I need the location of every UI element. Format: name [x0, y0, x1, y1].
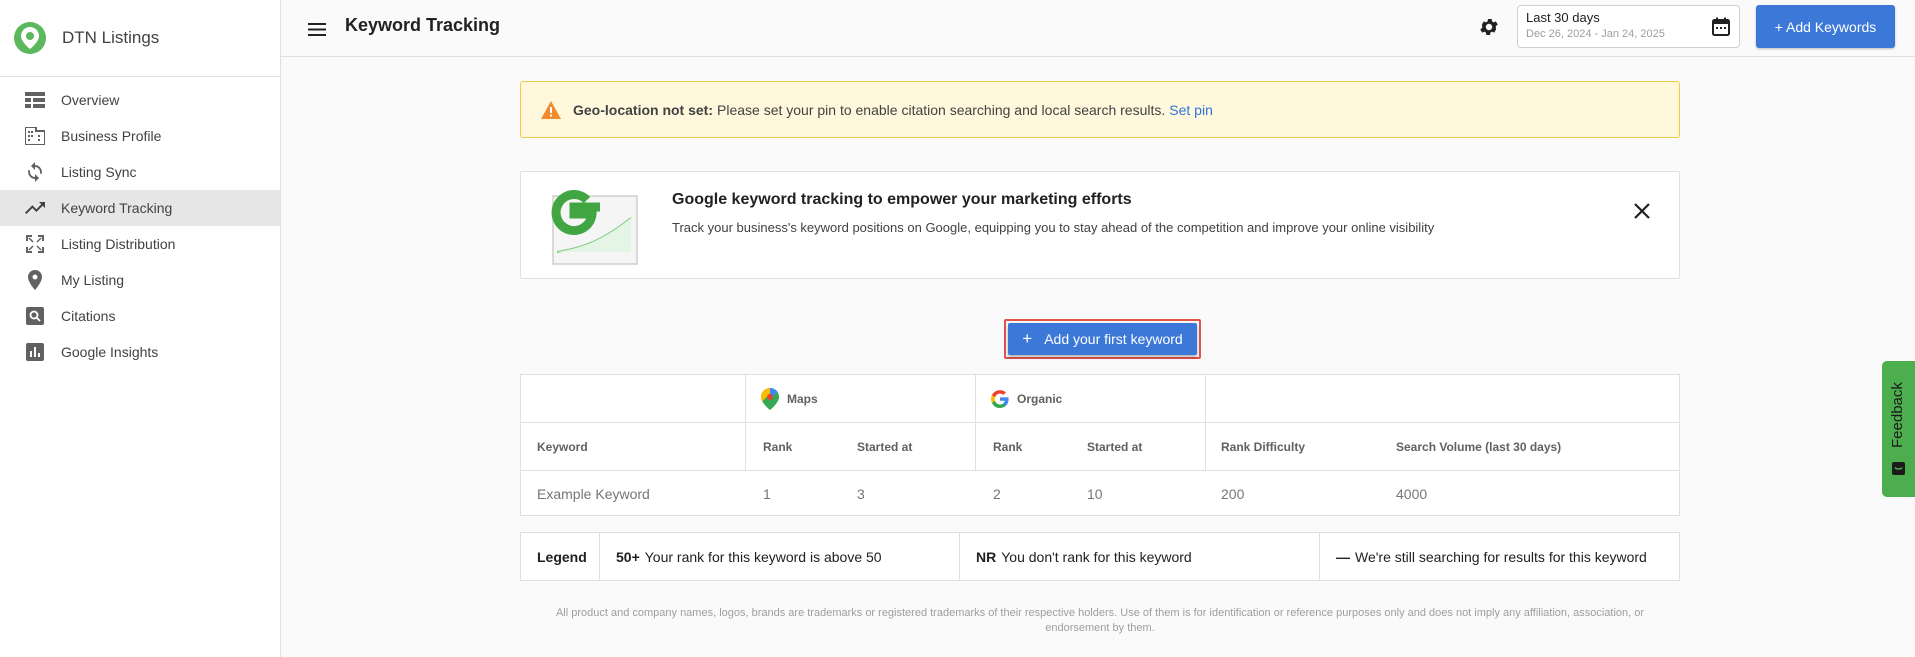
- legend-title-text: Legend: [537, 548, 587, 565]
- google-keyword-illustration: [551, 190, 638, 265]
- legend-key: 50+: [616, 548, 640, 565]
- settings-button[interactable]: [1476, 14, 1502, 40]
- maps-group: Maps: [761, 375, 818, 422]
- sidebar-item-label: Listing Sync: [61, 164, 137, 180]
- google-maps-icon: [761, 387, 779, 410]
- trending-up-icon: [24, 197, 46, 219]
- calendar-icon: [1712, 17, 1730, 36]
- legend-item: — We're still searching for results for …: [1320, 533, 1679, 580]
- legend-text: Your rank for this keyword is above 50: [644, 548, 882, 565]
- search-box-icon: [24, 305, 46, 327]
- promo-description: Track your business's keyword positions …: [672, 220, 1435, 235]
- sidebar-nav: Overview Business Profile Listing Sync K…: [0, 77, 280, 370]
- gear-icon: [1480, 19, 1498, 35]
- header-search-volume[interactable]: Search Volume (last 30 days): [1396, 423, 1561, 470]
- feedback-icon: [1892, 462, 1905, 475]
- sidebar-item-overview[interactable]: Overview: [0, 82, 280, 118]
- brand[interactable]: DTN Listings: [0, 0, 280, 77]
- sidebar-item-google-insights[interactable]: Google Insights: [0, 334, 280, 370]
- sync-icon: [24, 161, 46, 183]
- sidebar-item-label: Citations: [61, 308, 116, 324]
- header-organic-started[interactable]: Started at: [1087, 423, 1142, 470]
- add-first-keyword-highlight: + Add your first keyword: [1004, 319, 1201, 359]
- alert-text: Please set your pin to enable citation s…: [717, 101, 1166, 118]
- sidebar-item-my-listing[interactable]: My Listing: [0, 262, 280, 298]
- menu-button[interactable]: [305, 17, 329, 41]
- hamburger-icon: [308, 22, 326, 36]
- add-keywords-button[interactable]: + Add Keywords: [1756, 5, 1895, 48]
- sidebar-item-listing-distribution[interactable]: Listing Distribution: [0, 226, 280, 262]
- legend-text: You don't rank for this keyword: [1001, 548, 1192, 565]
- sidebar-item-label: Keyword Tracking: [61, 200, 173, 216]
- table-header-row: Keyword Rank Started at Rank Started at …: [521, 423, 1679, 471]
- date-range-dates: Dec 26, 2024 - Jan 24, 2025: [1526, 28, 1665, 40]
- legend: Legend 50+ Your rank for this keyword is…: [520, 532, 1680, 581]
- business-icon: [24, 125, 46, 147]
- top-bar: Keyword Tracking Last 30 days Dec 26, 20…: [281, 0, 1915, 57]
- table-group-row: Maps Organic: [521, 375, 1679, 423]
- pin-icon: [24, 269, 46, 291]
- cell-keyword: Example Keyword: [537, 485, 650, 502]
- google-icon: [991, 389, 1009, 408]
- cell-maps-rank: 1: [763, 485, 771, 502]
- legend-text: We're still searching for results for th…: [1355, 548, 1647, 565]
- header-maps-rank[interactable]: Rank: [763, 423, 792, 470]
- sidebar-item-label: My Listing: [61, 272, 125, 288]
- sidebar-item-citations[interactable]: Citations: [0, 298, 280, 334]
- header-maps-started[interactable]: Started at: [857, 423, 912, 470]
- expand-icon: [24, 233, 46, 255]
- sidebar-item-listing-sync[interactable]: Listing Sync: [0, 154, 280, 190]
- brand-logo-icon: [14, 22, 46, 54]
- feedback-label: Feedback: [1889, 382, 1906, 448]
- header-rank-difficulty[interactable]: Rank Difficulty: [1221, 423, 1305, 470]
- sidebar-item-keyword-tracking[interactable]: Keyword Tracking: [0, 190, 280, 226]
- brand-name: DTN Listings: [62, 28, 160, 47]
- date-range-picker[interactable]: Last 30 days Dec 26, 2024 - Jan 24, 2025: [1517, 5, 1740, 48]
- cell-search-volume: 4000: [1396, 485, 1428, 502]
- page-title: Keyword Tracking: [345, 15, 501, 35]
- add-first-keyword-button[interactable]: + Add your first keyword: [1008, 323, 1197, 355]
- table-row[interactable]: Example Keyword 1 3 2 10 200 4000: [521, 471, 1679, 516]
- organic-group-label: Organic: [1017, 391, 1063, 406]
- legend-title: Legend: [521, 533, 600, 580]
- overview-icon: [24, 89, 46, 111]
- header-organic-rank[interactable]: Rank: [993, 423, 1022, 470]
- plus-icon: +: [1022, 329, 1033, 348]
- promo-title: Google keyword tracking to empower your …: [672, 191, 1132, 208]
- keyword-table: Maps Organic Keyword Rank Started at Ran…: [520, 374, 1680, 516]
- bar-chart-icon: [24, 341, 46, 363]
- sidebar-item-business-profile[interactable]: Business Profile: [0, 118, 280, 154]
- cell-maps-started: 3: [857, 485, 865, 502]
- sidebar-item-label: Listing Distribution: [61, 236, 176, 252]
- sidebar-item-label: Overview: [61, 92, 120, 108]
- cell-organic-started: 10: [1087, 485, 1103, 502]
- sidebar-item-label: Business Profile: [61, 128, 162, 144]
- cell-rank-difficulty: 200: [1221, 485, 1245, 502]
- organic-group: Organic: [991, 375, 1062, 422]
- close-icon[interactable]: [1631, 200, 1653, 222]
- sidebar-item-label: Google Insights: [61, 344, 159, 360]
- legend-item: 50+ Your rank for this keyword is above …: [600, 533, 960, 580]
- add-first-keyword-label: Add your first keyword: [1044, 331, 1183, 347]
- cell-organic-rank: 2: [993, 485, 1001, 502]
- sidebar: DTN Listings Overview Business Profile L…: [0, 0, 281, 657]
- legend-key: NR: [976, 548, 997, 565]
- header-keyword[interactable]: Keyword: [537, 423, 588, 470]
- date-range-label: Last 30 days: [1526, 10, 1600, 25]
- geo-location-alert: Geo-location not set: Please set your pi…: [520, 81, 1680, 138]
- promo-card: Google keyword tracking to empower your …: [520, 171, 1680, 279]
- footer-disclaimer: All product and company names, logos, br…: [555, 607, 1645, 634]
- warning-icon: [541, 100, 561, 119]
- alert-title: Geo-location not set:: [573, 101, 713, 118]
- legend-key: —: [1336, 548, 1350, 565]
- set-pin-link[interactable]: Set pin: [1169, 102, 1213, 118]
- maps-group-label: Maps: [787, 391, 818, 406]
- legend-item: NR You don't rank for this keyword: [960, 533, 1320, 580]
- feedback-tab[interactable]: Feedback: [1882, 361, 1915, 497]
